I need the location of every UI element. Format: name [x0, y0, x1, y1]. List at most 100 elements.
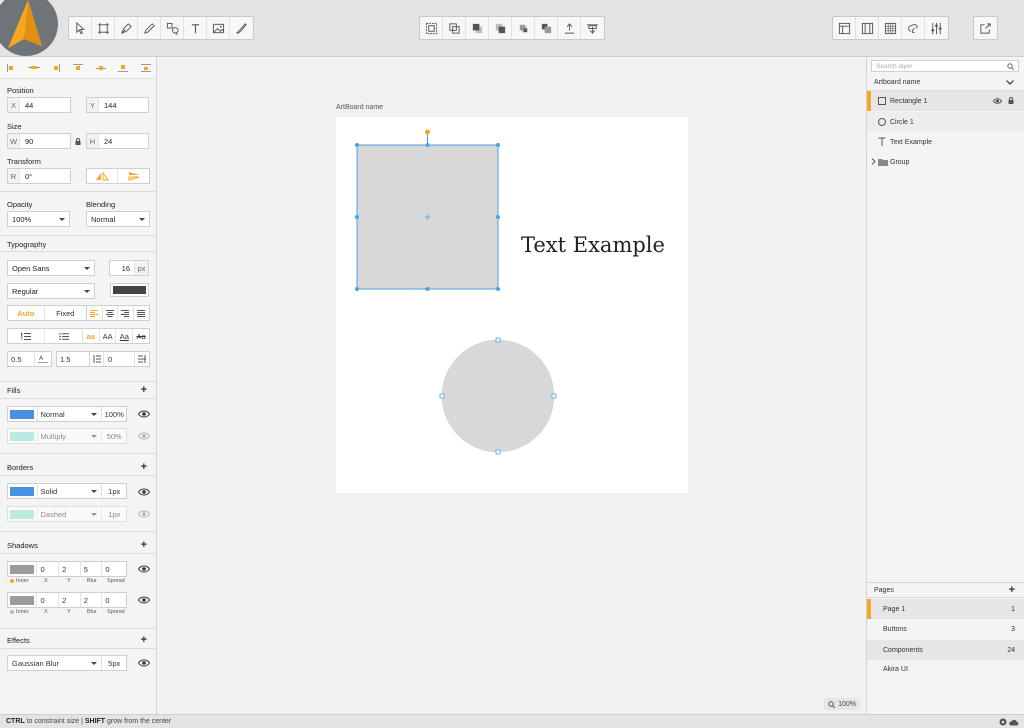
layer-item-group[interactable]: Group — [867, 152, 1024, 172]
shadow-1-spread[interactable]: 0 — [102, 562, 126, 576]
pencil-icon[interactable] — [138, 17, 161, 39]
add-border-button[interactable]: + — [141, 462, 147, 473]
shadow-2-spread[interactable]: 0 — [102, 593, 126, 607]
add-page-button[interactable]: + — [1009, 585, 1015, 596]
eye-icon[interactable] — [138, 488, 150, 496]
bring-forward-icon[interactable] — [466, 17, 489, 39]
fill-2-opacity[interactable]: 50% — [102, 429, 126, 443]
layer-item-circle[interactable]: Circle 1 — [867, 112, 1024, 132]
fill-1-mode-select[interactable]: Normal — [38, 407, 103, 421]
text-align-center-icon[interactable] — [103, 306, 119, 320]
effect-row[interactable]: Gaussian Blur 5px — [7, 655, 127, 671]
shadow-row-1[interactable]: 0 2 5 0 — [7, 561, 127, 577]
add-fill-button[interactable]: + — [141, 385, 147, 396]
sliders-icon[interactable] — [925, 17, 948, 39]
shadow-2-x[interactable]: 0 — [37, 593, 60, 607]
eye-icon[interactable] — [138, 432, 150, 440]
border-2-swatch[interactable] — [8, 507, 38, 521]
fill-row-2[interactable]: Multiply 50% — [7, 428, 127, 444]
text-align-right-icon[interactable] — [118, 306, 134, 320]
layer-item-text[interactable]: Text Example — [867, 132, 1024, 152]
flip-vertical-icon[interactable] — [118, 169, 149, 183]
chevron-down-icon[interactable] — [1006, 80, 1014, 85]
lock-icon[interactable] — [75, 138, 81, 145]
distribute-icon[interactable] — [581, 17, 604, 39]
artboard-layer-header[interactable]: Artboard name — [867, 74, 1024, 91]
page-item[interactable]: Components 24 — [867, 640, 1024, 660]
text-color-picker[interactable] — [110, 283, 149, 297]
shadow-1-y[interactable]: 2 — [59, 562, 81, 576]
border-2-style-select[interactable]: Dashed — [38, 507, 103, 521]
case-upper-button[interactable]: AA — [100, 329, 117, 343]
artboard-name[interactable]: ArtBoard name — [336, 104, 383, 111]
align-bottom-icon[interactable] — [112, 57, 134, 78]
send-to-back-icon[interactable] — [535, 17, 558, 39]
pen-icon[interactable] — [115, 17, 138, 39]
lock-icon[interactable] — [1008, 97, 1014, 104]
page-item[interactable]: Buttons 3 — [867, 619, 1024, 639]
page-item[interactable]: Page 1 1 — [867, 599, 1024, 619]
text-example-layer[interactable]: Text Example — [521, 233, 665, 257]
fill-1-opacity[interactable]: 100% — [102, 407, 126, 421]
flip-horizontal-icon[interactable] — [87, 169, 119, 183]
layout-left-icon[interactable] — [833, 17, 856, 39]
ordered-list-icon[interactable] — [8, 329, 46, 343]
paragraph-spacing-field[interactable]: 0 — [89, 351, 150, 367]
shadow-1-swatch[interactable] — [8, 562, 38, 576]
align-top-icon[interactable] — [67, 57, 89, 78]
eye-icon[interactable] — [138, 510, 150, 518]
fill-2-mode-select[interactable]: Multiply — [38, 429, 103, 443]
distribute-v-icon[interactable] — [135, 57, 156, 78]
add-effect-button[interactable]: + — [141, 635, 147, 646]
shadow-1-blur[interactable]: 5 — [81, 562, 103, 576]
border-1-swatch[interactable] — [8, 484, 38, 498]
shadow-2-blur[interactable]: 2 — [81, 593, 103, 607]
page-item[interactable]: Akira UI — [867, 659, 1024, 679]
font-family-select[interactable]: Open Sans — [7, 260, 95, 276]
width-auto-button[interactable]: Auto — [8, 306, 45, 320]
border-2-width[interactable]: 1px — [102, 507, 126, 521]
artboard-icon[interactable] — [92, 17, 115, 39]
shadow-2-swatch[interactable] — [8, 593, 38, 607]
ungroup-icon[interactable] — [443, 17, 466, 39]
width-fixed-button[interactable]: Fixed — [45, 306, 86, 320]
y-field[interactable]: Y 144 — [86, 97, 149, 113]
eye-icon[interactable] — [138, 596, 150, 604]
height-field[interactable]: H 24 — [86, 133, 149, 149]
border-1-width[interactable]: 1px — [102, 484, 126, 498]
circle-shape[interactable] — [441, 339, 555, 453]
letter-spacing-field[interactable]: 0.5 A — [7, 351, 52, 367]
rotation-field[interactable]: R 0° — [7, 168, 71, 184]
bring-to-front-icon[interactable] — [512, 17, 535, 39]
layout-columns-icon[interactable] — [856, 17, 879, 39]
align-right-icon[interactable] — [45, 57, 67, 78]
fill-row-1[interactable]: Normal 100% — [7, 406, 127, 422]
eye-icon[interactable] — [993, 98, 1002, 104]
case-strike-button[interactable]: Aa — [133, 329, 149, 343]
search-layer-input[interactable]: Search layer — [871, 60, 1019, 72]
shapes-icon[interactable] — [161, 17, 184, 39]
border-row-2[interactable]: Dashed 1px — [7, 506, 127, 522]
export-icon[interactable] — [974, 17, 997, 39]
opacity-select[interactable]: 100% — [7, 211, 70, 227]
align-left-icon[interactable] — [0, 57, 22, 78]
align-vcenter-icon[interactable] — [90, 57, 112, 78]
chevron-right-icon[interactable] — [871, 158, 876, 165]
canvas-area[interactable]: ArtBoard name Text Example 100% — [158, 57, 866, 714]
font-weight-select[interactable]: Regular — [7, 283, 95, 299]
x-field[interactable]: X 44 — [7, 97, 71, 113]
send-backward-icon[interactable] — [489, 17, 512, 39]
cloud-icon[interactable] — [1009, 718, 1019, 726]
shadow-1-x[interactable]: 0 — [37, 562, 60, 576]
effect-type-select[interactable]: Gaussian Blur — [8, 656, 103, 670]
eye-icon[interactable] — [138, 565, 150, 573]
inner-shadow-dot[interactable] — [10, 610, 14, 614]
eye-icon[interactable] — [138, 659, 150, 667]
bullet-list-icon[interactable] — [45, 329, 83, 343]
settings-icon[interactable] — [999, 718, 1007, 726]
inner-shadow-dot[interactable] — [10, 579, 14, 583]
fill-2-swatch[interactable] — [8, 429, 38, 443]
text-align-left-icon[interactable] — [87, 306, 103, 320]
image-icon[interactable] — [207, 17, 230, 39]
text-icon[interactable] — [184, 17, 207, 39]
